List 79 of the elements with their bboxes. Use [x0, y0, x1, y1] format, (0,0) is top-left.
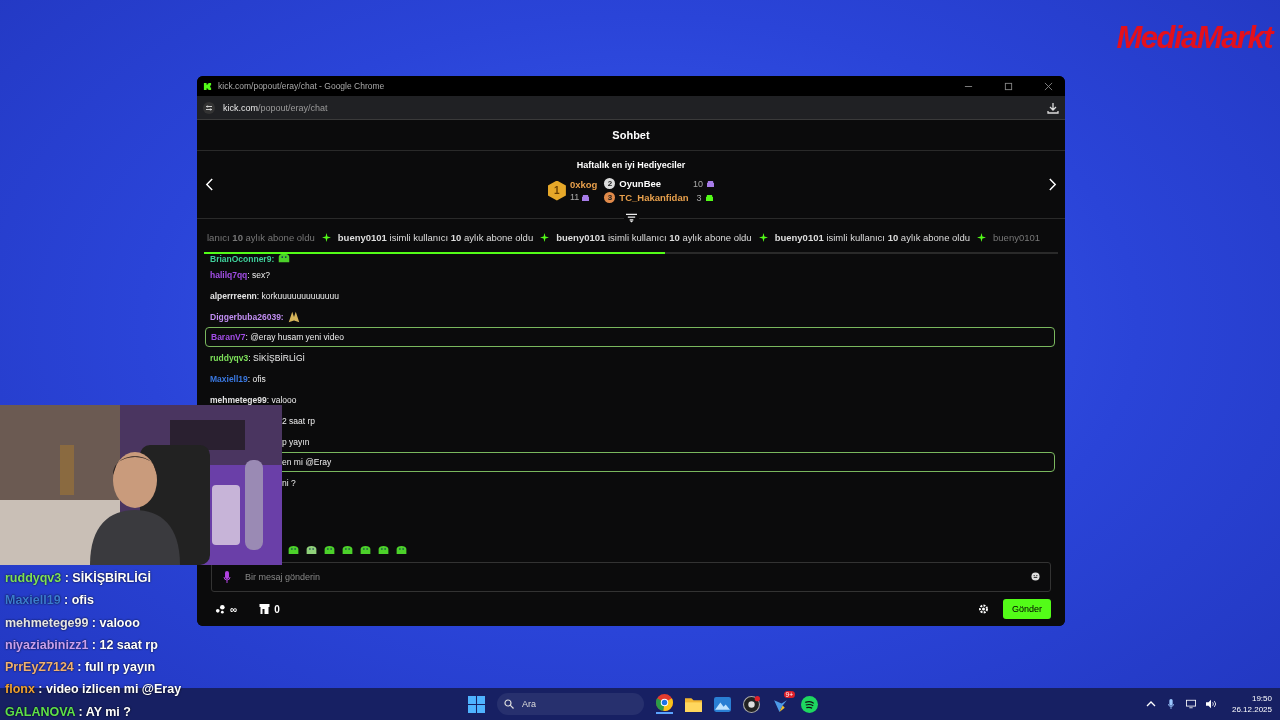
folder-icon[interactable]: [685, 695, 702, 713]
chat-username[interactable]: Diggerbuba26039:: [210, 311, 284, 322]
chevron-up-icon[interactable]: [1145, 699, 1156, 709]
subscription-notice: bueny0101 isimli kullanıcı 10 aylık abone oldu: [337, 231, 534, 243]
clock-date[interactable]: 26.12.2025: [1231, 704, 1272, 715]
shop-count: 0: [274, 603, 280, 615]
sparkle-icon: [758, 232, 768, 242]
blob-emote-icon: [277, 254, 292, 264]
emoji-icon[interactable]: [1031, 572, 1040, 581]
chat-message: Maxiell19: ofis: [209, 372, 267, 386]
speaker-icon[interactable]: [1205, 699, 1216, 709]
monitor-icon[interactable]: [1185, 699, 1196, 709]
message-input[interactable]: Bir mesaj gönderin: [211, 562, 1051, 592]
rank-badge: 2: [604, 178, 616, 189]
subscription-notice: bueny0101: [993, 231, 1041, 243]
chat-username[interactable]: BrianOconner9:: [210, 254, 275, 264]
gifter-name[interactable]: OyunBee: [619, 178, 662, 189]
spotify-icon[interactable]: [801, 695, 818, 713]
overlay-chat-message: Maxiell19 : ofis: [5, 592, 95, 610]
taskbar-search-field[interactable]: Ara: [497, 693, 644, 715]
blob-emote-icon[interactable]: [323, 543, 336, 555]
photos-icon[interactable]: [714, 695, 731, 713]
send-button[interactable]: Gönder: [1002, 599, 1051, 619]
gifter-name[interactable]: 0xkog: [569, 179, 598, 190]
overlay-chat-message: mehmetege99 : valooo: [5, 614, 141, 632]
chat-message: 2 saat rp: [281, 414, 317, 428]
site-settings-icon[interactable]: [203, 101, 215, 114]
gift-icon: [582, 193, 590, 201]
rank-badge: 3: [604, 192, 616, 203]
microphone-icon[interactable]: [1165, 699, 1176, 709]
chat-message: BaranV7: @eray husam yeni video: [205, 327, 1055, 347]
windows-start-icon[interactable]: [468, 695, 485, 713]
shop-icon[interactable]: [259, 604, 271, 614]
chat-title: Sohbet: [612, 129, 650, 141]
blob-emote-icon[interactable]: [287, 543, 300, 555]
chat-message: ruddyqv3: SİKİŞBİRLİGİ: [209, 351, 306, 365]
blob-emote-icon[interactable]: [341, 543, 354, 555]
overlay-chat-message: PrrEyZ7124 : full rp yayın: [5, 659, 157, 677]
blob-emote-icon[interactable]: [395, 543, 408, 555]
subscription-notice: bueny0101 isimli kullanıcı 10 aylık abone oldu: [774, 231, 971, 243]
subscription-notice: bueny0101 isimli kullanıcı 10 aylık abone oldu: [556, 231, 752, 243]
gift-count: 10: [693, 178, 704, 189]
gifter-name[interactable]: TC_Hakanfidan: [619, 192, 689, 203]
rank-badge: 1: [547, 180, 566, 201]
overlay-chat-message: flonx : video izlicen mi @Eray: [5, 681, 182, 699]
record-app-icon[interactable]: [743, 695, 760, 713]
logo: MediaMarkt: [1116, 20, 1272, 56]
overlay-chat-message: niyaziabinizz1 : 12 saat rp: [5, 636, 159, 654]
chat-message: p yayın: [281, 435, 311, 449]
points-icon[interactable]: [215, 604, 226, 614]
maximize-icon[interactable]: [1004, 81, 1013, 91]
search-icon: [504, 699, 514, 709]
settings-icon[interactable]: [977, 604, 989, 614]
points-count: ∞: [230, 603, 238, 615]
close-icon[interactable]: [1044, 81, 1053, 91]
sparkle-icon: [321, 232, 331, 242]
blob-emote-icon[interactable]: [305, 543, 318, 555]
microphone-icon[interactable]: [223, 571, 231, 583]
sparkle-icon: [540, 232, 550, 242]
subscription-notice: lanıcı 10 aylık abone oldu: [207, 231, 315, 243]
gift-count: 3: [696, 192, 702, 203]
k-logo-icon: [203, 81, 212, 91]
chat-message: mehmetege99: valooo: [209, 393, 298, 407]
download-icon[interactable]: [1047, 101, 1059, 114]
gift-icon: [705, 194, 713, 201]
chat-message: ni ?: [281, 476, 297, 490]
gifters-title: Haftalık en iyi Hediyeciler: [576, 160, 686, 170]
blob-emote-icon[interactable]: [359, 543, 372, 555]
sparkle-icon: [977, 232, 987, 242]
chat-message: halilq7qq: sex?: [209, 268, 271, 282]
gift-icon: [707, 180, 715, 187]
window-title: kick.com/popout/eray/chat - Google Chrome: [218, 81, 386, 91]
gift-count: 11: [569, 192, 580, 202]
clock-time[interactable]: 19:50: [1251, 693, 1272, 704]
blob-emote-icon[interactable]: [377, 543, 390, 555]
overlay-chat-message: GALANOVA : AY mi ?: [5, 703, 132, 720]
overlay-chat-message: ruddyqv3 : SİKİŞBİRLİGİ: [5, 570, 152, 587]
chat-message: alperrreenn: korkuuuuuuuuuuuuu: [209, 289, 341, 303]
chrome-icon[interactable]: [656, 694, 673, 714]
